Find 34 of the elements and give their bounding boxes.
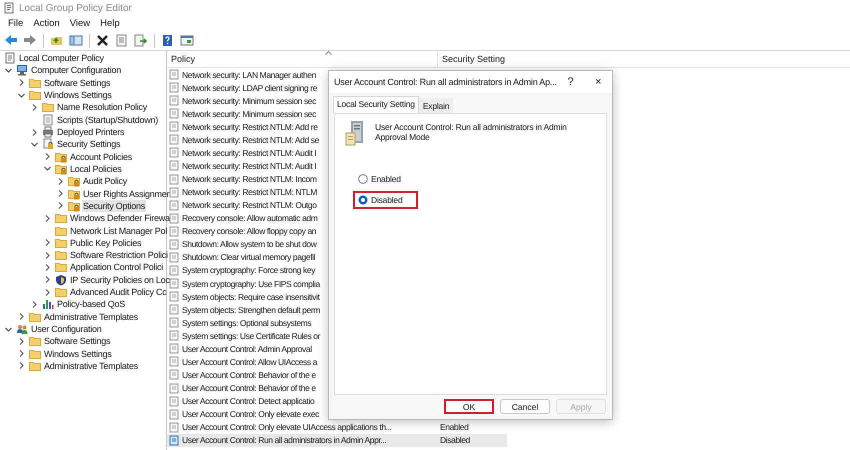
policy-name: Network security: Restrict NTLM: Audit I	[182, 148, 316, 158]
policy-name: System objects: Require case insensitivit	[182, 292, 320, 302]
policy-name: Network security: Minimum session sec	[182, 96, 316, 106]
policy-name: System cryptography: Use FIPS complia	[182, 278, 320, 289]
policy-name: Network security: Restrict NTLM: Outgo	[182, 200, 317, 210]
policy-description: User Account Control: Run all administrators in Admin Approval Mode	[375, 121, 568, 144]
policy-name: Network security: Restrict NTLM: NTLM	[182, 187, 317, 198]
policy-name: Shutdown: Clear virtual memory pagefil	[182, 252, 316, 262]
policy-name: User Account Control: Behavior of the e	[182, 370, 316, 380]
policy-name: Shutdown: Allow system to be shut dow	[182, 239, 317, 250]
policy-name: System cryptography: Force strong key	[182, 265, 316, 276]
policy-name: Network security: Restrict NTLM: Add re	[182, 122, 318, 132]
policy-name: System settings: Optional subsystems	[182, 318, 312, 328]
policy-name: User Account Control: Admin Approval	[182, 344, 312, 354]
dialog-title: User Account Control: Run all administrators in Admin Ap...	[334, 77, 557, 87]
policy-name: Network security: LAN Manager authen	[182, 70, 316, 80]
policy-name: User Account Control: Run all administrators in Admin Appr...	[182, 435, 386, 446]
window-title: Local Group Policy Editor	[19, 2, 132, 14]
policy-name: System settings: Use Certificate Rules or	[182, 330, 320, 341]
policy-name: Recovery console: Allow automatic adm	[182, 213, 318, 224]
policy-name: User Account Control: Only elevate exec	[182, 409, 320, 420]
policy-name: Network security: Restrict NTLM: Add se	[182, 134, 319, 145]
policy-name: System objects: Strengthen default perm	[182, 304, 320, 315]
policy-name: Network security: Minimum session sec	[182, 108, 316, 119]
policy-name: User Account Control: Behavior of the e	[182, 383, 316, 394]
policy-name: User Account Control: Detect applicatio	[182, 396, 314, 406]
policy-name: Network security: LDAP client signing re	[182, 82, 318, 93]
policy-name: Network security: Restrict NTLM: Audit I	[182, 160, 316, 171]
policy-name: User Account Control: Allow UIAccess a	[182, 356, 318, 367]
policy-name: User Account Control: Only elevate UIAccess applications th...	[182, 422, 392, 432]
setting-value: Enabled	[439, 422, 468, 432]
policy-name: Recovery console: Allow floppy copy an	[182, 226, 316, 236]
setting-value: Disabled	[439, 435, 470, 446]
policy-name: Network security: Restrict NTLM: Incom	[182, 174, 317, 184]
